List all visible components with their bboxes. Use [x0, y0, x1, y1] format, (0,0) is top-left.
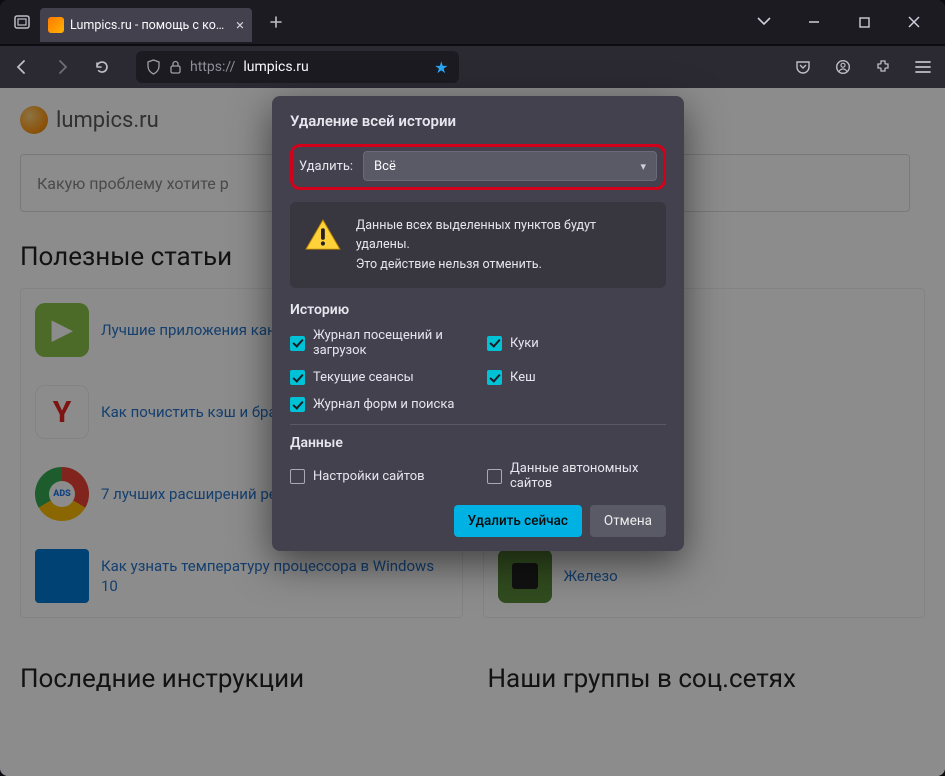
url-bar[interactable]: https:// lumpics.ru ★	[136, 51, 459, 83]
recent-tabs-button[interactable]	[8, 8, 36, 36]
checkbox-offline-data[interactable]: Данные автономных сайтов	[487, 461, 666, 491]
section-data-label: Данные	[290, 435, 666, 451]
checkbox-cache[interactable]: Кеш	[487, 370, 666, 385]
app-menu-button[interactable]	[907, 51, 939, 83]
save-to-pocket-button[interactable]	[787, 51, 819, 83]
section-history-label: Историю	[290, 302, 666, 318]
lock-icon	[169, 60, 182, 75]
clear-now-button[interactable]: Удалить сейчас	[454, 505, 582, 537]
window-close-button[interactable]	[891, 1, 937, 43]
browser-window: Lumpics.ru - помощь с компь × https:// lu…	[0, 0, 945, 776]
time-range-label: Удалить:	[299, 159, 353, 174]
checkbox-forms[interactable]: Журнал форм и поиска	[290, 397, 666, 412]
dialog-title: Удаление всей истории	[290, 112, 666, 130]
nav-toolbar: https:// lumpics.ru ★	[0, 46, 945, 88]
warning-icon	[304, 218, 342, 252]
warning-box: Данные всех выделенных пунктов будут уда…	[290, 202, 666, 288]
chevron-down-icon: ▾	[640, 160, 646, 173]
maximize-button[interactable]	[841, 1, 887, 43]
time-range-row-highlight: Удалить: Всё ▾	[290, 144, 666, 190]
forward-button[interactable]	[46, 51, 78, 83]
title-bar: Lumpics.ru - помощь с компь ×	[0, 0, 945, 44]
warning-text-2: Это действие нельзя отменить.	[356, 255, 652, 274]
url-host: lumpics.ru	[243, 59, 308, 75]
cancel-button[interactable]: Отмена	[590, 505, 666, 537]
back-button[interactable]	[6, 51, 38, 83]
bookmark-star-icon[interactable]: ★	[434, 58, 448, 77]
clear-history-dialog: Удаление всей истории Удалить: Всё ▾ Дан…	[272, 96, 684, 551]
shield-icon	[146, 59, 161, 75]
checkbox-cookies[interactable]: Куки	[487, 328, 666, 358]
time-range-select[interactable]: Всё ▾	[363, 151, 657, 181]
checkbox-sessions[interactable]: Текущие сеансы	[290, 370, 469, 385]
warning-text-1: Данные всех выделенных пунктов будут уда…	[356, 216, 652, 255]
favicon	[48, 17, 64, 33]
time-range-value: Всё	[374, 159, 396, 174]
list-all-tabs-button[interactable]	[741, 1, 787, 43]
tab-title: Lumpics.ru - помощь с компь	[70, 18, 230, 33]
checkbox-visits[interactable]: Журнал посещений и загрузок	[290, 328, 469, 358]
tab-close-icon[interactable]: ×	[236, 18, 244, 33]
checkbox-site-settings[interactable]: Настройки сайтов	[290, 461, 469, 491]
reload-button[interactable]	[86, 51, 118, 83]
url-protocol: https://	[190, 59, 235, 75]
extensions-button[interactable]	[867, 51, 899, 83]
browser-tab[interactable]: Lumpics.ru - помощь с компь ×	[40, 8, 252, 42]
new-tab-button[interactable]	[262, 8, 290, 36]
account-button[interactable]	[827, 51, 859, 83]
minimize-button[interactable]	[791, 1, 837, 43]
